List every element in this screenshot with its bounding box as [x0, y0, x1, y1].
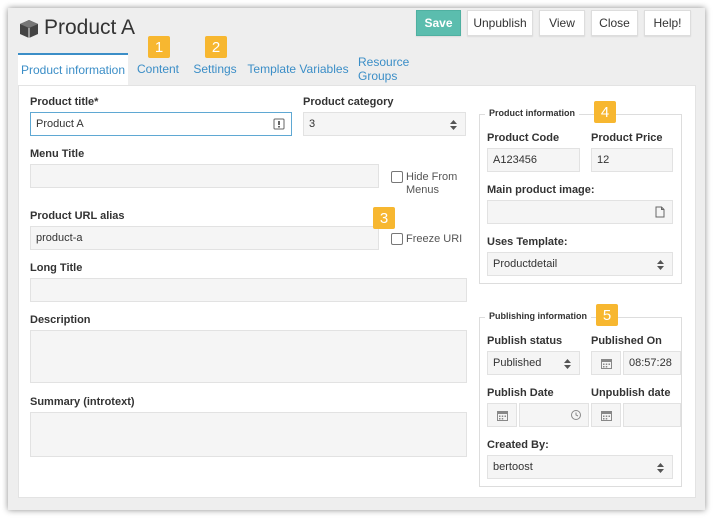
- publishing-info-legend: Publishing information: [485, 311, 591, 321]
- description-label: Description: [30, 314, 91, 326]
- product-price-input[interactable]: 12: [591, 148, 673, 172]
- calendar-icon: [600, 410, 612, 421]
- url-alias-input[interactable]: product-a: [30, 226, 379, 250]
- publish-status-value: Published: [493, 357, 542, 369]
- unpublish-date-calendar-button[interactable]: [591, 403, 621, 427]
- publish-date-label: Publish Date: [487, 387, 554, 399]
- clock-icon: [571, 410, 581, 420]
- template-value: Productdetail: [493, 258, 558, 270]
- unpublish-date-input[interactable]: [623, 403, 681, 427]
- close-button[interactable]: Close: [591, 10, 638, 36]
- tab-resource-groups[interactable]: Resource Groups: [358, 53, 452, 85]
- template-select[interactable]: Productdetail: [487, 252, 673, 276]
- summary-label: Summary (introtext): [30, 396, 135, 408]
- freeze-uri-checkbox[interactable]: [391, 233, 403, 245]
- description-textarea[interactable]: [30, 330, 467, 383]
- published-on-calendar-button[interactable]: [591, 351, 621, 375]
- product-category-value: 3: [309, 118, 316, 130]
- calendar-icon: [496, 410, 508, 421]
- published-on-time-input[interactable]: 08:57:28: [623, 351, 681, 375]
- callout-badge-3: 3: [373, 207, 395, 229]
- select-arrows-icon: [564, 359, 571, 369]
- callout-badge-4: 4: [594, 101, 616, 123]
- publish-status-select[interactable]: Published: [487, 351, 580, 375]
- callout-badge-5: 5: [596, 304, 618, 326]
- publish-status-label: Publish status: [487, 335, 563, 347]
- unpublish-date-label: Unpublish date: [591, 387, 671, 399]
- main-image-input[interactable]: [487, 200, 673, 224]
- url-alias-label: Product URL alias: [30, 210, 125, 222]
- long-title-label: Long Title: [30, 262, 83, 274]
- created-by-select[interactable]: bertoost: [487, 455, 673, 479]
- product-category-label: Product category: [303, 96, 394, 108]
- long-title-input[interactable]: [30, 278, 467, 302]
- save-button[interactable]: Save: [416, 10, 461, 36]
- hide-from-menus-checkbox[interactable]: [391, 171, 403, 183]
- select-arrows-icon: [450, 120, 457, 130]
- published-on-label: Published On: [591, 335, 662, 347]
- publish-date-input[interactable]: [519, 403, 589, 427]
- view-button[interactable]: View: [539, 10, 585, 36]
- product-title-label: Product title*: [30, 96, 99, 108]
- summary-textarea[interactable]: [30, 412, 467, 457]
- callout-badge-2: 2: [205, 36, 227, 58]
- callout-badge-1: 1: [148, 36, 170, 58]
- product-price-label: Product Price: [591, 132, 663, 144]
- hide-from-menus-label: Hide From Menus: [406, 171, 458, 196]
- uses-template-label: Uses Template:: [487, 236, 568, 248]
- calendar-icon: [600, 358, 612, 369]
- tab-product-information[interactable]: Product information: [18, 53, 128, 85]
- product-code-input[interactable]: A123456: [487, 148, 580, 172]
- keyboard-icon: [273, 118, 285, 130]
- select-arrows-icon: [657, 260, 664, 270]
- product-info-legend: Product information: [485, 108, 579, 118]
- created-by-label: Created By:: [487, 439, 549, 451]
- product-title-input[interactable]: Product A: [30, 112, 292, 136]
- help-button[interactable]: Help!: [644, 10, 691, 36]
- menu-title-input[interactable]: [30, 164, 379, 188]
- tab-template-variables[interactable]: Template Variables: [247, 53, 349, 85]
- select-arrows-icon: [657, 463, 664, 473]
- product-code-label: Product Code: [487, 132, 560, 144]
- product-title-value: Product A: [36, 118, 84, 130]
- main-image-label: Main product image:: [487, 184, 595, 196]
- page-title: Product A: [44, 16, 136, 39]
- menu-title-label: Menu Title: [30, 148, 85, 160]
- unpublish-button[interactable]: Unpublish: [467, 10, 533, 36]
- file-icon: [655, 206, 665, 218]
- window-frame: Product A Save Unpublish View Close Help…: [8, 8, 705, 510]
- freeze-uri-label: Freeze URI: [406, 233, 463, 245]
- box-icon: [20, 20, 38, 38]
- product-category-select[interactable]: 3: [303, 112, 466, 136]
- publish-date-calendar-button[interactable]: [487, 403, 517, 427]
- created-by-value: bertoost: [493, 461, 533, 473]
